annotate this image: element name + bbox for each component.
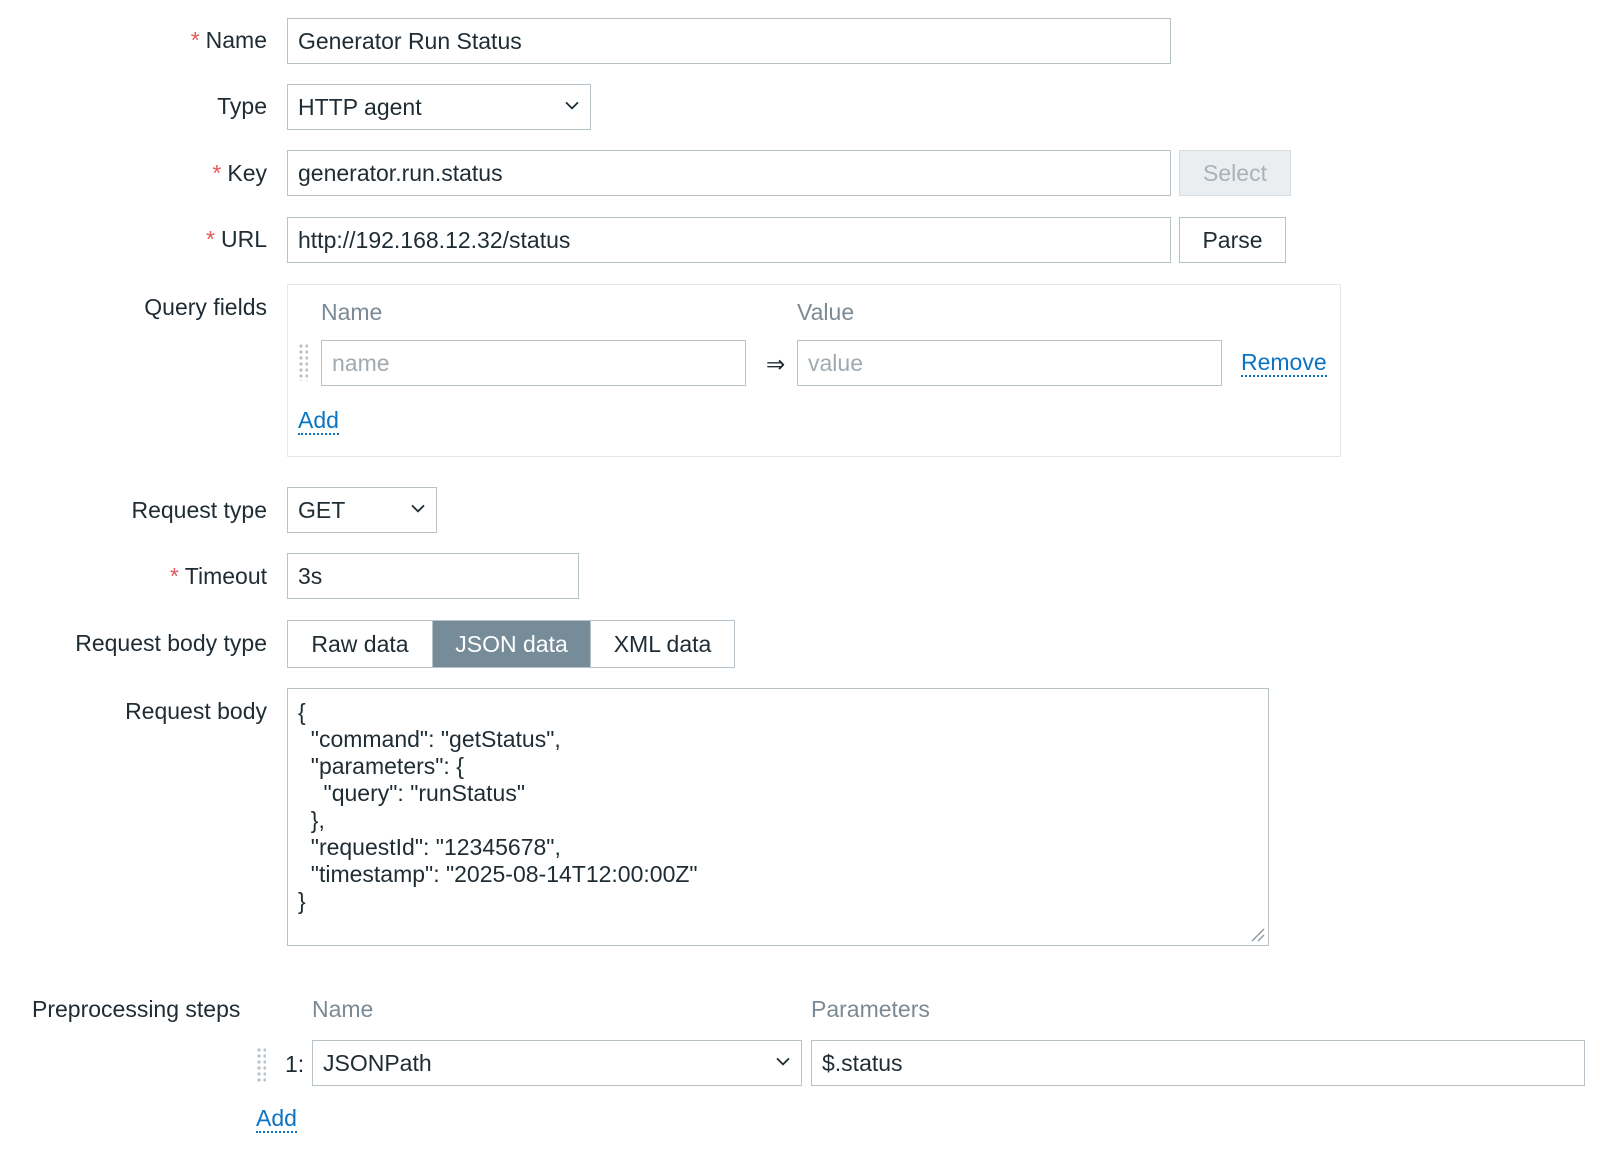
request-body-label: Request body <box>125 698 267 724</box>
drag-handle-icon[interactable] <box>298 343 308 381</box>
step-index: 1: <box>285 1051 305 1077</box>
arrow-icon: ⇒ <box>766 351 786 377</box>
preprocessing-type-select[interactable]: JSONPath <box>312 1040 802 1086</box>
preprocessing-params-header: Parameters <box>811 996 930 1022</box>
query-value-input[interactable]: value <box>797 340 1222 386</box>
url-label: * URL <box>206 226 267 252</box>
query-name-input[interactable]: name <box>321 340 746 386</box>
add-preprocessing-link[interactable]: Add <box>256 1105 297 1134</box>
preprocessing-param-input[interactable]: $.status <box>811 1040 1585 1086</box>
name-input[interactable]: Generator Run Status <box>287 18 1171 64</box>
name-label: * Name <box>190 27 267 53</box>
query-fields-box: Name Value name ⇒ value Remove Add <box>287 284 1341 457</box>
key-input[interactable]: generator.run.status <box>287 150 1171 196</box>
chevron-down-icon <box>565 101 579 110</box>
key-label: * Key <box>212 160 267 186</box>
xml-data-option[interactable]: XML data <box>590 621 734 667</box>
parse-button[interactable]: Parse <box>1179 217 1286 263</box>
resize-handle-icon[interactable] <box>1249 926 1265 942</box>
add-query-link[interactable]: Add <box>298 407 339 436</box>
url-input[interactable]: http://192.168.12.32/status <box>287 217 1171 263</box>
drag-handle-icon[interactable] <box>256 1047 266 1083</box>
timeout-label: * Timeout <box>169 563 267 589</box>
request-body-type-toggle: Raw data JSON data XML data <box>287 620 735 668</box>
type-select[interactable]: HTTP agent <box>287 84 591 130</box>
query-name-header: Name <box>321 299 383 325</box>
json-data-option[interactable]: JSON data <box>432 621 590 667</box>
chevron-down-icon <box>776 1057 790 1066</box>
preprocessing-name-header: Name <box>312 996 374 1022</box>
request-type-select[interactable]: GET <box>287 487 437 533</box>
query-fields-label: Query fields <box>144 294 267 320</box>
timeout-input[interactable]: 3s <box>287 553 579 599</box>
remove-query-link[interactable]: Remove <box>1241 349 1327 378</box>
preprocessing-steps-label: Preprocessing steps <box>32 996 241 1022</box>
chevron-down-icon <box>411 504 425 513</box>
request-type-label: Request type <box>131 497 267 523</box>
request-body-textarea[interactable]: { "command": "getStatus", "parameters": … <box>287 688 1269 946</box>
query-value-header: Value <box>797 299 855 325</box>
raw-data-option[interactable]: Raw data <box>288 621 432 667</box>
request-body-type-label: Request body type <box>75 630 267 656</box>
type-label: Type <box>217 93 267 119</box>
select-button[interactable]: Select <box>1179 150 1291 196</box>
